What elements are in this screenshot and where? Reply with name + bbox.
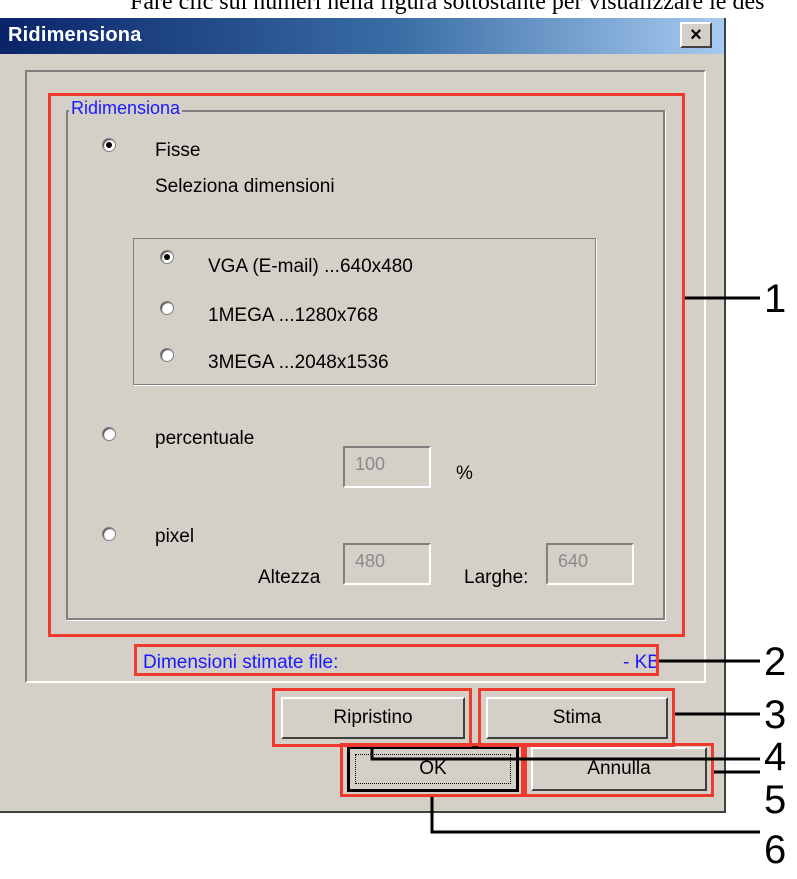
- callout-number-6[interactable]: 6: [764, 830, 786, 870]
- callout-number-4[interactable]: 4: [764, 737, 786, 777]
- callout-number-1[interactable]: 1: [764, 279, 786, 319]
- callout-number-5[interactable]: 5: [764, 780, 786, 820]
- leader-line-4: [370, 747, 760, 761]
- callout-leader-lines: [370, 296, 760, 834]
- callout-number-3[interactable]: 3: [764, 695, 786, 735]
- callout-number-2[interactable]: 2: [764, 642, 786, 682]
- leader-line-6: [430, 797, 760, 834]
